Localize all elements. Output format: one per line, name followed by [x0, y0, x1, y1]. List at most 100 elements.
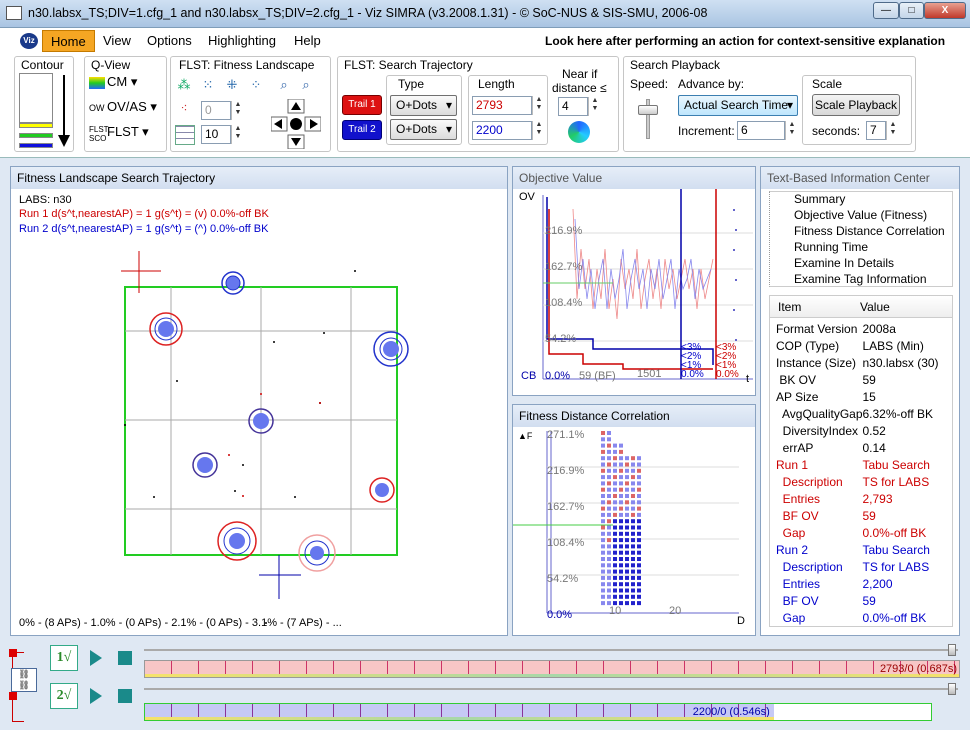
title-bar: n30.labsx_TS;DIV=1.cfg_1 and n30.labsx_T…	[0, 0, 970, 28]
run-2-badge[interactable]: 2√	[50, 683, 78, 709]
pan-navigation-icon[interactable]	[271, 99, 321, 149]
info-row[interactable]: Run 1 Tabu Search	[776, 456, 952, 473]
fitness-landscape-canvas[interactable]	[11, 167, 509, 637]
advance-select[interactable]: Actual Search Time ▾	[678, 95, 798, 116]
fdc-dot	[631, 538, 635, 543]
tree-item-summary[interactable]: Summary	[794, 192, 952, 208]
speed-slider-thumb[interactable]	[638, 105, 658, 115]
col-item-header[interactable]: Item	[778, 300, 801, 314]
run-1-slider-thumb[interactable]	[948, 644, 956, 656]
zoom-in-icon[interactable]: ⌕	[275, 77, 293, 93]
run-2-bar[interactable]: 2200/0 (0.546s)	[144, 703, 932, 721]
info-row[interactable]: Description TS for LABS	[776, 473, 952, 490]
menu-view[interactable]: View	[103, 33, 131, 48]
menu-options[interactable]: Options	[147, 33, 192, 48]
seconds-spinner[interactable]: ▲ ▼	[886, 121, 899, 140]
fdc-dot	[625, 531, 629, 536]
info-row[interactable]: Instance (Size) n30.labsx (30)	[776, 354, 952, 371]
sync-runs-icon[interactable]: ⛓ ⛓	[11, 668, 37, 692]
dots-icon[interactable]: ⁖	[175, 101, 193, 117]
run-1-badge[interactable]: 1√	[50, 645, 78, 671]
seconds-input[interactable]: 7	[866, 121, 886, 140]
layout-icon-1[interactable]: ⁂	[175, 77, 193, 93]
fdc-dot	[631, 468, 635, 473]
fdc-dot	[607, 512, 611, 517]
ovas-button[interactable]: OV/AS ▾	[107, 99, 162, 119]
info-row[interactable]: Format Version 2008a	[776, 320, 952, 337]
info-row[interactable]: Entries 2,200	[776, 575, 952, 592]
info-row[interactable]: BF OV 59	[776, 507, 952, 524]
run-1-stop-icon[interactable]	[118, 651, 132, 665]
fdc-dot	[619, 519, 623, 524]
trail-1-length-spinner[interactable]: ▲ ▼	[532, 96, 545, 115]
run-2-slider-thumb[interactable]	[948, 683, 956, 695]
trail-1-button[interactable]: Trail 1	[342, 95, 382, 115]
run-2-stop-icon[interactable]	[118, 689, 132, 703]
info-row[interactable]: Description TS for LABS	[776, 558, 952, 575]
flst-field-1[interactable]: 0	[201, 101, 231, 120]
info-row[interactable]: BK OV 59	[776, 371, 952, 388]
info-row[interactable]: errAP 0.14	[776, 439, 952, 456]
app-logo-icon[interactable]: Viz	[20, 33, 38, 49]
near-color-wheel-icon[interactable]	[568, 121, 590, 143]
scale-playback-button[interactable]: Scale Playback	[812, 94, 900, 116]
run-1-bar[interactable]: 2793/0 (0.687s)	[144, 660, 960, 678]
fdc-dot	[619, 506, 623, 511]
info-row[interactable]: Gap 0.0%-off BK	[776, 524, 952, 541]
col-value-header[interactable]: Value	[860, 300, 890, 314]
trail-2-type-select[interactable]: O+Dots ▾	[390, 119, 457, 140]
run-2-slider-track[interactable]	[144, 688, 958, 690]
tree-item-examine-details[interactable]: Examine In Details	[794, 256, 952, 272]
flst-field-1-spinner[interactable]: ▲ ▼	[231, 101, 244, 120]
flst-field-2-spinner[interactable]: ▲ ▼	[231, 125, 244, 144]
maximize-button[interactable]: □	[899, 2, 924, 19]
info-row[interactable]: AvgQualityGap 6.32%-off BK	[776, 405, 952, 422]
layout-icon-3[interactable]: ⁜	[223, 77, 241, 93]
tree-item-running-time[interactable]: Running Time	[794, 240, 952, 256]
trail-2-button[interactable]: Trail 2	[342, 120, 382, 140]
fdc-dot	[625, 525, 629, 530]
near-distance-input[interactable]: 4	[558, 97, 588, 116]
run-1-play-icon[interactable]	[90, 650, 102, 666]
info-row[interactable]: BF OV 59	[776, 592, 952, 609]
fdc-dot	[601, 575, 605, 580]
info-row[interactable]: Gap 0.0%-off BK	[776, 609, 952, 626]
trail-1-length-input[interactable]: 2793	[472, 96, 532, 115]
menu-help[interactable]: Help	[294, 33, 321, 48]
trail-2-length-input[interactable]: 2200	[472, 121, 532, 140]
tree-item-examine-tags[interactable]: Examine Tag Information	[794, 272, 952, 288]
run-2-play-icon[interactable]	[90, 688, 102, 704]
menu-home[interactable]: Home	[42, 30, 95, 52]
close-button[interactable]: X	[924, 2, 966, 19]
info-row[interactable]: Run 2 Tabu Search	[776, 541, 952, 558]
increment-input[interactable]: 6	[737, 121, 785, 140]
increment-spinner[interactable]: ▲ ▼	[785, 121, 798, 140]
minimize-button[interactable]: —	[873, 2, 899, 19]
tree-item-objective[interactable]: Objective Value (Fitness)	[794, 208, 952, 224]
tree-item-fdc[interactable]: Fitness Distance Correlation	[794, 224, 952, 240]
layout-icon-2[interactable]: ⁙	[199, 77, 217, 93]
near-distance-spinner[interactable]: ▲ ▼	[588, 97, 601, 116]
info-row[interactable]: Entries 2,793	[776, 490, 952, 507]
grid-toggle-icon[interactable]	[175, 125, 195, 145]
fdc-dot	[625, 481, 629, 486]
flst-view-button[interactable]: FLST ▾	[107, 124, 162, 144]
fdc-dot	[637, 512, 641, 517]
cm-button[interactable]: CM ▾	[107, 74, 157, 94]
fdc-dot	[637, 500, 641, 505]
fdc-chart[interactable]	[513, 427, 755, 635]
contour-preview[interactable]	[19, 73, 53, 123]
fdc-dot	[601, 512, 605, 517]
menu-highlighting[interactable]: Highlighting	[208, 33, 276, 48]
info-row[interactable]: COP (Type) LABS (Min)	[776, 337, 952, 354]
layout-icon-4[interactable]: ⁘	[247, 77, 265, 93]
info-row[interactable]: DiversityIndex 0.52	[776, 422, 952, 439]
zoom-out-icon[interactable]: ⌕	[297, 77, 315, 93]
info-row-item: Entries	[776, 491, 821, 506]
fdc-dot	[637, 557, 641, 561]
trail-2-length-spinner[interactable]: ▲ ▼	[532, 121, 545, 140]
info-row[interactable]: AP Size 15	[776, 388, 952, 405]
fdc-dot	[637, 563, 641, 568]
flst-field-2[interactable]: 10	[201, 125, 231, 144]
run-1-slider-track[interactable]	[144, 649, 958, 651]
